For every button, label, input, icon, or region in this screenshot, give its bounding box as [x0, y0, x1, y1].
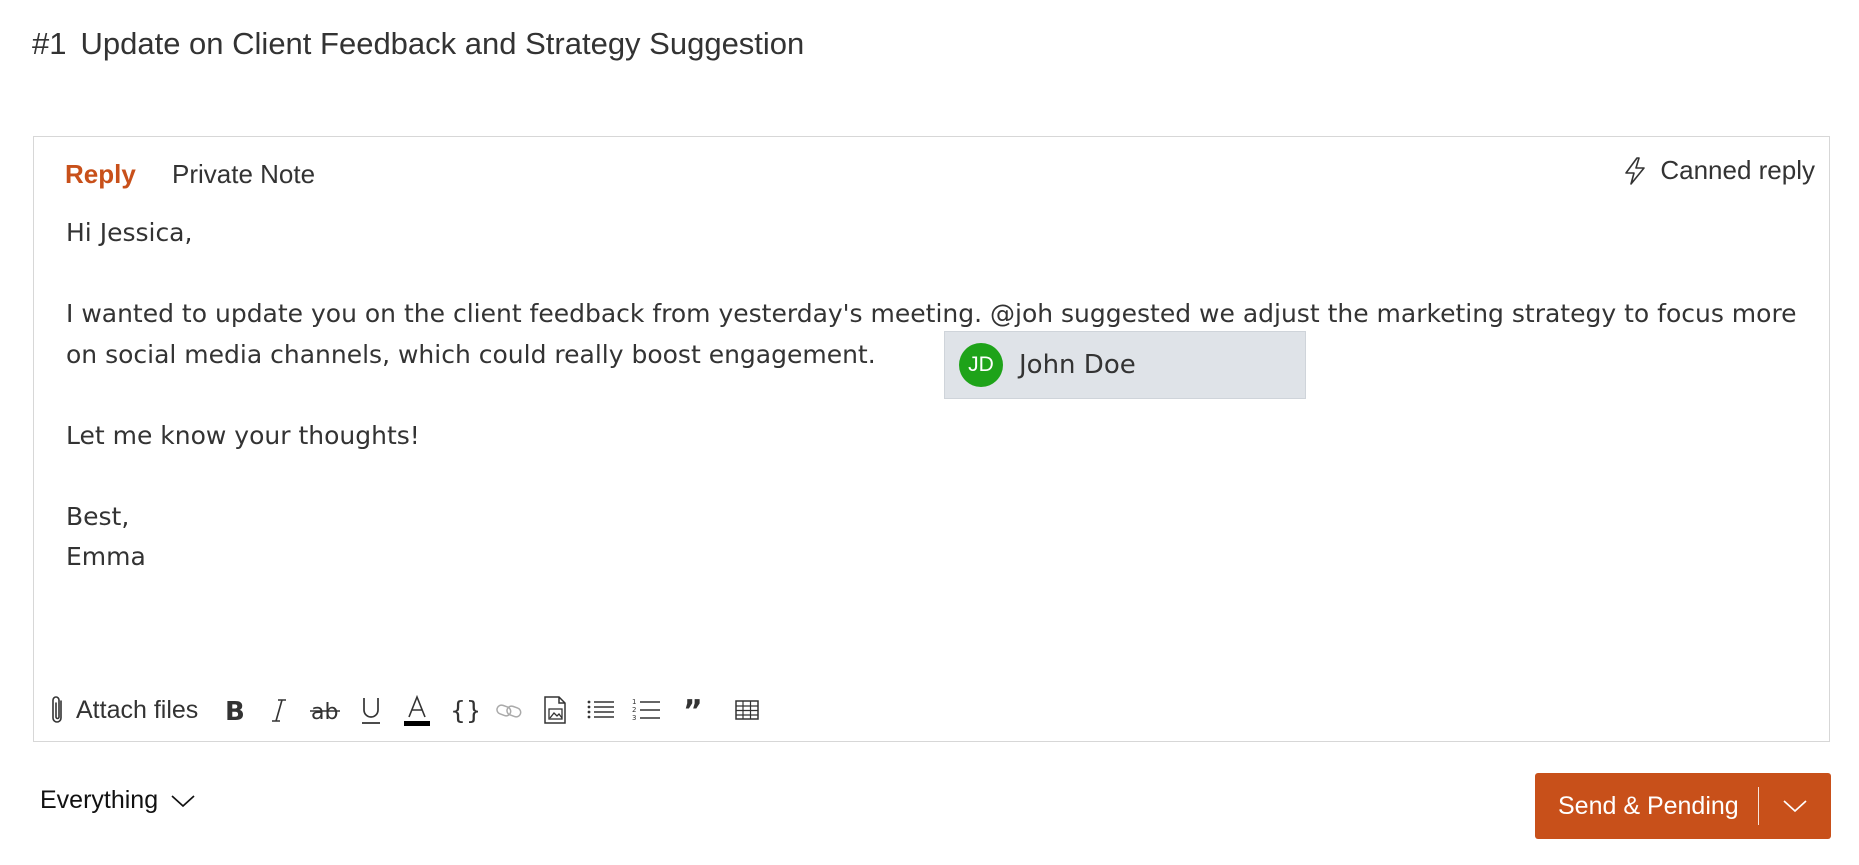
everything-dropdown[interactable]: Everything: [40, 786, 196, 815]
send-pending-button[interactable]: Send & Pending: [1535, 792, 1758, 821]
body-line: Let me know your thoughts!: [66, 420, 420, 450]
body-line: I wanted to update you on the client fee…: [66, 299, 1797, 369]
avatar: JD: [959, 343, 1003, 387]
canned-reply-label: Canned reply: [1660, 155, 1815, 185]
ticket-title: Update on Client Feedback and Strategy S…: [80, 26, 805, 61]
strikethrough-icon[interactable]: ab: [302, 687, 348, 733]
everything-label: Everything: [40, 786, 159, 814]
lightning-icon: [1625, 156, 1646, 185]
underline-icon[interactable]: [348, 687, 394, 733]
ticket-number: #1: [32, 26, 67, 61]
italic-icon[interactable]: [256, 687, 302, 733]
code-braces-icon[interactable]: {}: [440, 687, 486, 733]
text-color-icon[interactable]: [394, 687, 440, 733]
svg-text:ab: ab: [311, 700, 338, 725]
table-icon[interactable]: [724, 687, 770, 733]
body-line: Best,: [66, 501, 130, 531]
svg-text:1: 1: [632, 698, 636, 706]
reply-editor: Reply Private Note Canned reply Hi Jessi…: [33, 136, 1830, 742]
message-body[interactable]: Hi Jessica, I wanted to update you on th…: [66, 213, 1806, 578]
tab-reply[interactable]: Reply: [65, 159, 136, 190]
svg-text:2: 2: [632, 706, 636, 714]
svg-text:{}: {}: [450, 696, 478, 725]
paperclip-icon: [52, 696, 62, 723]
link-icon[interactable]: [486, 687, 532, 733]
svg-text:B: B: [225, 697, 245, 725]
bullet-list-icon[interactable]: [578, 687, 624, 733]
svg-text:3: 3: [632, 714, 636, 722]
numbered-list-icon[interactable]: 123: [624, 687, 670, 733]
body-line: [66, 375, 1806, 416]
body-line: Hi Jessica,: [66, 218, 193, 247]
bold-icon[interactable]: B: [210, 687, 256, 733]
send-pending-split-button: Send & Pending: [1535, 773, 1831, 839]
svg-text:”: ”: [683, 695, 703, 725]
chevron-down-icon: [1783, 800, 1807, 813]
body-line: Emma: [66, 542, 146, 571]
tab-private-note[interactable]: Private Note: [172, 159, 315, 190]
send-options-dropdown[interactable]: [1759, 773, 1831, 839]
chevron-down-icon: [171, 794, 195, 807]
attach-files-label: Attach files: [76, 695, 199, 724]
canned-reply-button[interactable]: Canned reply: [1622, 155, 1815, 186]
body-line: [66, 456, 1806, 497]
page-title: #1 Update on Client Feedback and Strategy…: [32, 26, 804, 62]
attach-files-button[interactable]: Attach files: [48, 693, 198, 727]
body-line: [66, 254, 1806, 295]
quote-icon[interactable]: ”: [670, 687, 716, 733]
mention-name: John Doe: [1019, 350, 1136, 380]
mention-suggestion[interactable]: JD John Doe: [944, 331, 1306, 399]
formatting-toolbar: Attach files B ab {} 123: [48, 682, 770, 738]
image-icon[interactable]: [532, 687, 578, 733]
